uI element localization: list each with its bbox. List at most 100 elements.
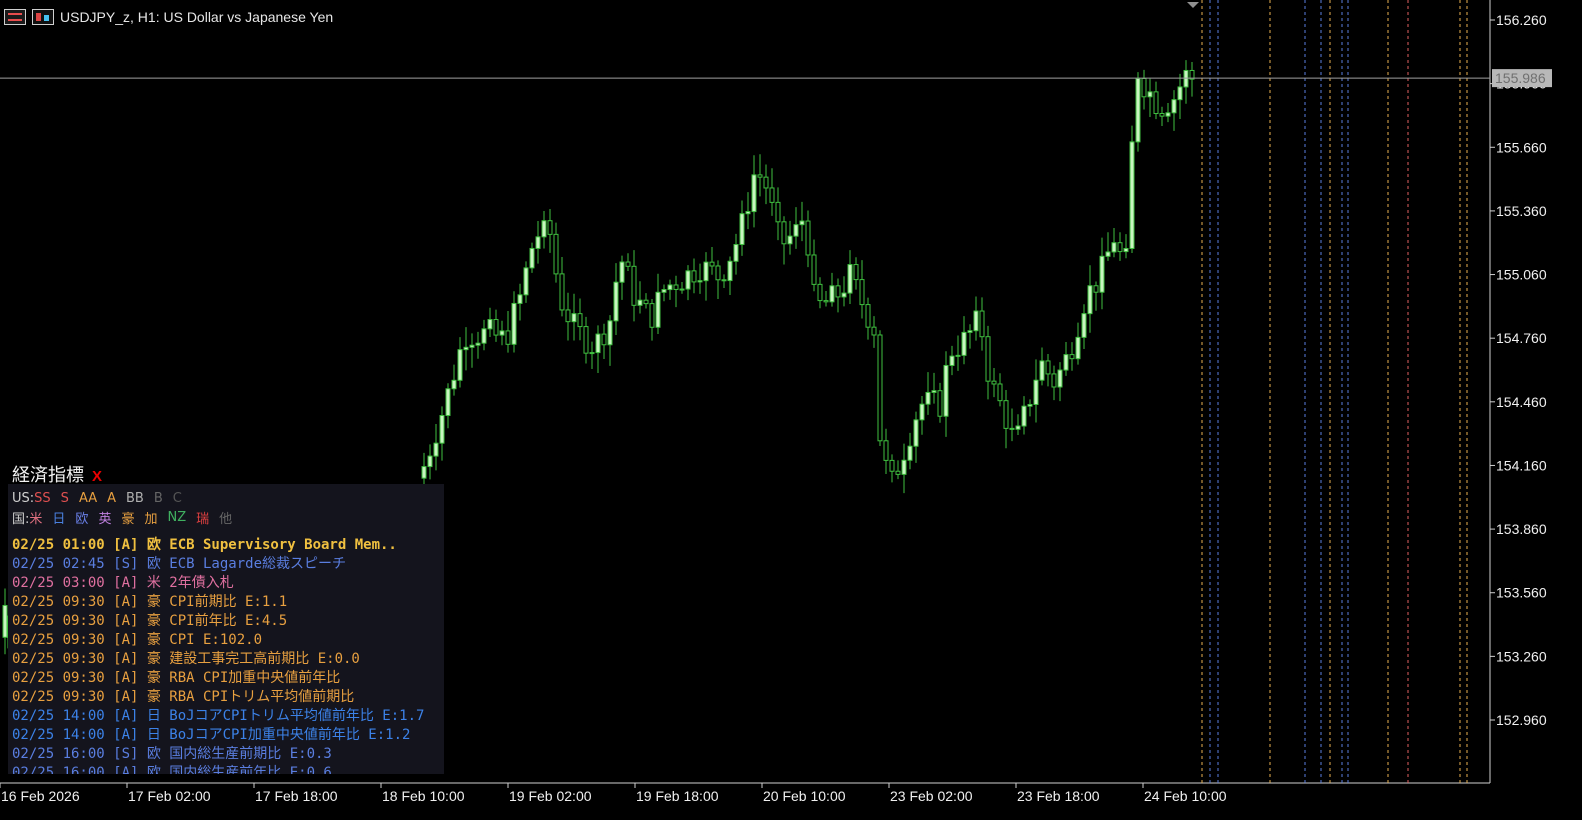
event-row[interactable]: 02/25 09:30 [A] 豪 CPI前年比 E:4.5	[12, 612, 440, 631]
candle-body	[1075, 336, 1081, 360]
candle-body	[445, 388, 451, 416]
event-row[interactable]: 02/25 14:00 [A] 日 BoJコアCPIトリム平均値前年比 E:1.…	[12, 707, 440, 726]
candle-body	[1111, 242, 1117, 253]
candle-body	[1003, 400, 1009, 429]
candle-body	[913, 419, 919, 447]
candle-body	[511, 302, 517, 345]
importance-filter-5[interactable]: BB	[126, 491, 144, 506]
candle-body	[1009, 427, 1015, 430]
candle-body	[439, 414, 445, 444]
economic-indicator-header: 経済指標 X	[12, 466, 102, 486]
importance-legend: US: SS S AA A BB B C	[12, 489, 192, 507]
candle-body	[1081, 313, 1087, 338]
candle-body	[475, 342, 481, 346]
price-axis-label: 155.060	[1496, 267, 1547, 283]
candle-body	[1105, 251, 1111, 257]
candle-body	[733, 244, 739, 262]
candle-body	[529, 247, 535, 269]
time-axis-label: 17 Feb 02:00	[128, 788, 211, 804]
candle-body	[943, 364, 949, 417]
country-filter-9[interactable]: 他	[219, 508, 232, 527]
country-filter-5[interactable]: 豪	[121, 508, 134, 527]
event-row[interactable]: 02/25 03:00 [A] 米 2年債入札	[12, 574, 440, 593]
time-axis-label: 23 Feb 18:00	[1017, 788, 1100, 804]
importance-filter-7[interactable]: C	[173, 491, 182, 506]
chart-window[interactable]: 156.260155.960155.660155.360155.060154.7…	[0, 0, 1582, 820]
candle-body	[643, 299, 649, 305]
candle-body	[1045, 360, 1051, 375]
candle-body	[931, 390, 937, 393]
candle-body	[691, 270, 697, 283]
candle-body	[949, 355, 955, 366]
candle-body	[1117, 242, 1123, 253]
candle-body	[811, 254, 817, 285]
list-icon[interactable]	[4, 9, 26, 25]
country-legend: 国: 米日欧英豪加 NZ 瑞他	[12, 508, 242, 527]
candle-body	[1135, 77, 1141, 143]
event-row[interactable]: 02/25 09:30 [A] 豪 RBA CPI加重中央値前年比	[12, 669, 440, 688]
chart-icon[interactable]	[32, 9, 54, 25]
candle-body	[757, 174, 763, 178]
importance-filter-3[interactable]: AA	[79, 491, 97, 506]
event-row[interactable]: 02/25 14:00 [A] 日 BoJコアCPI加重中央値前年比 E:1.2	[12, 726, 440, 745]
candle-body	[1183, 69, 1189, 88]
candle-body	[451, 379, 457, 390]
price-axis-label: 153.860	[1496, 521, 1547, 537]
country-filter-0[interactable]: 国:	[12, 508, 29, 527]
importance-filter-4[interactable]: A	[107, 491, 116, 506]
event-row[interactable]: 02/25 02:45 [S] 欧 ECB Lagarde総裁スピーチ	[12, 555, 440, 574]
candle-body	[427, 455, 433, 468]
candle-body	[829, 285, 835, 303]
candle-body	[721, 279, 727, 282]
candle-body	[973, 310, 979, 332]
country-filter-8[interactable]: 瑞	[196, 508, 209, 527]
candle-body	[889, 459, 895, 472]
importance-filter-6[interactable]: B	[154, 491, 163, 506]
candle-body	[613, 281, 619, 322]
price-axis-label: 154.160	[1496, 457, 1547, 473]
candle-body	[1159, 113, 1165, 117]
event-row[interactable]: 02/25 09:30 [A] 豪 建設工事完工高前期比 E:0.0	[12, 650, 440, 669]
candle-body	[859, 279, 865, 306]
price-axis-label: 152.960	[1496, 712, 1547, 728]
event-row[interactable]: 02/25 09:30 [A] 豪 CPI E:102.0	[12, 631, 440, 650]
candle-body	[751, 174, 757, 213]
event-row[interactable]: 02/25 09:30 [A] 豪 RBA CPIトリム平均値前期比	[12, 688, 440, 707]
candle-body	[877, 334, 883, 442]
candle-body	[535, 236, 541, 249]
candle-body	[871, 326, 877, 336]
close-button[interactable]: X	[92, 468, 102, 485]
country-filter-3[interactable]: 欧	[75, 508, 88, 527]
candle-body	[1165, 112, 1171, 117]
candle-body	[769, 187, 775, 203]
event-row[interactable]: 02/25 09:30 [A] 豪 CPI前期比 E:1.1	[12, 593, 440, 612]
candle-body	[835, 285, 841, 298]
candle-body	[787, 235, 793, 245]
chart-shift-marker-icon[interactable]	[1187, 2, 1199, 8]
candle-body	[907, 445, 913, 461]
price-axis-label: 155.660	[1496, 139, 1547, 155]
candle-body	[571, 313, 577, 323]
importance-filter-0[interactable]: US:	[12, 491, 34, 506]
event-row[interactable]: 02/25 01:00 [A] 欧 ECB Supervisory Board …	[12, 536, 440, 555]
importance-filter-1[interactable]: SS	[34, 491, 51, 506]
country-filter-7[interactable]: NZ	[167, 510, 186, 525]
price-axis-label: 154.760	[1496, 330, 1547, 346]
country-filter-6[interactable]: 加	[144, 508, 157, 527]
candle-body	[1141, 77, 1147, 98]
country-filter-2[interactable]: 日	[52, 508, 65, 527]
candle-body	[655, 291, 661, 328]
candle-body	[679, 288, 685, 291]
candle-body	[853, 264, 859, 281]
candle-body	[631, 265, 637, 306]
candle-body	[775, 201, 781, 223]
event-row[interactable]: 02/25 16:00 [S] 欧 国内総生産前期比 E:0.3	[12, 745, 440, 764]
candle-body	[979, 310, 985, 338]
event-row[interactable]: 02/25 16:00 [A] 欧 国内総生産前年比 E:0.6	[12, 764, 440, 774]
candle-body	[553, 233, 559, 275]
country-filter-1[interactable]: 米	[29, 508, 42, 527]
country-filter-4[interactable]: 英	[98, 508, 111, 527]
candle-body	[607, 320, 613, 346]
importance-filter-2[interactable]: S	[61, 491, 69, 506]
candle-body	[559, 273, 565, 311]
